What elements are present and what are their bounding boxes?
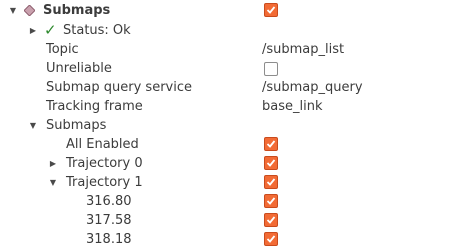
trajectory-label: Trajectory 1 <box>66 175 143 190</box>
unreliable-checkbox[interactable] <box>264 62 278 76</box>
expand-arrow-icon[interactable]: ▶ <box>28 21 38 40</box>
display-name: Submaps <box>43 3 111 18</box>
property-row-unreliable[interactable]: Unreliable <box>0 59 465 78</box>
status-ok-check-icon: ✓ <box>44 21 57 39</box>
property-label: Submap query service <box>46 80 192 95</box>
property-row-topic[interactable]: Topic /submap_list <box>0 40 465 59</box>
submaps-group-row[interactable]: ▼ Submaps <box>0 116 465 135</box>
trajectory-row[interactable]: ▶ Trajectory 0 <box>0 154 465 173</box>
submap-row[interactable]: 316.80 <box>0 192 465 211</box>
status-row[interactable]: ▶ ✓ Status: Ok <box>0 21 465 40</box>
all-enabled-label: All Enabled <box>66 137 139 152</box>
submap-label: 317.58 <box>86 213 132 228</box>
submap-label: 318.18 <box>86 232 132 247</box>
trajectory-label: Trajectory 0 <box>66 156 143 171</box>
submap-query-service-value[interactable]: /submap_query <box>262 78 363 97</box>
expand-arrow-icon[interactable]: ▶ <box>48 154 58 173</box>
submap-row[interactable]: 317.58 <box>0 211 465 230</box>
display-plugin-icon <box>24 5 35 16</box>
property-label: Tracking frame <box>46 99 143 114</box>
collapse-arrow-icon[interactable]: ▼ <box>8 1 18 20</box>
tracking-frame-value[interactable]: base_link <box>262 97 322 116</box>
property-row-tracking-frame[interactable]: Tracking frame base_link <box>0 97 465 116</box>
property-label: Topic <box>46 42 79 57</box>
collapse-arrow-icon[interactable]: ▼ <box>48 173 58 192</box>
all-enabled-checkbox[interactable] <box>264 137 278 151</box>
all-enabled-row[interactable]: All Enabled <box>0 135 465 154</box>
submap-row[interactable]: 318.18 <box>0 230 465 249</box>
trajectory-checkbox[interactable] <box>264 156 278 170</box>
display-enabled-checkbox[interactable] <box>264 3 278 17</box>
submap-checkbox[interactable] <box>264 194 278 208</box>
property-row-submap-query-service[interactable]: Submap query service /submap_query <box>0 78 465 97</box>
topic-value[interactable]: /submap_list <box>262 40 344 59</box>
status-label: Status: Ok <box>63 23 131 38</box>
submap-checkbox[interactable] <box>264 232 278 246</box>
property-label: Unreliable <box>46 61 112 76</box>
submap-label: 316.80 <box>86 194 132 209</box>
submap-checkbox[interactable] <box>264 213 278 227</box>
submaps-group-label: Submaps <box>46 118 107 133</box>
collapse-arrow-icon[interactable]: ▼ <box>28 116 38 135</box>
display-row-submaps[interactable]: ▼ Submaps <box>0 1 465 20</box>
trajectory-checkbox[interactable] <box>264 175 278 189</box>
trajectory-row[interactable]: ▼ Trajectory 1 <box>0 173 465 192</box>
